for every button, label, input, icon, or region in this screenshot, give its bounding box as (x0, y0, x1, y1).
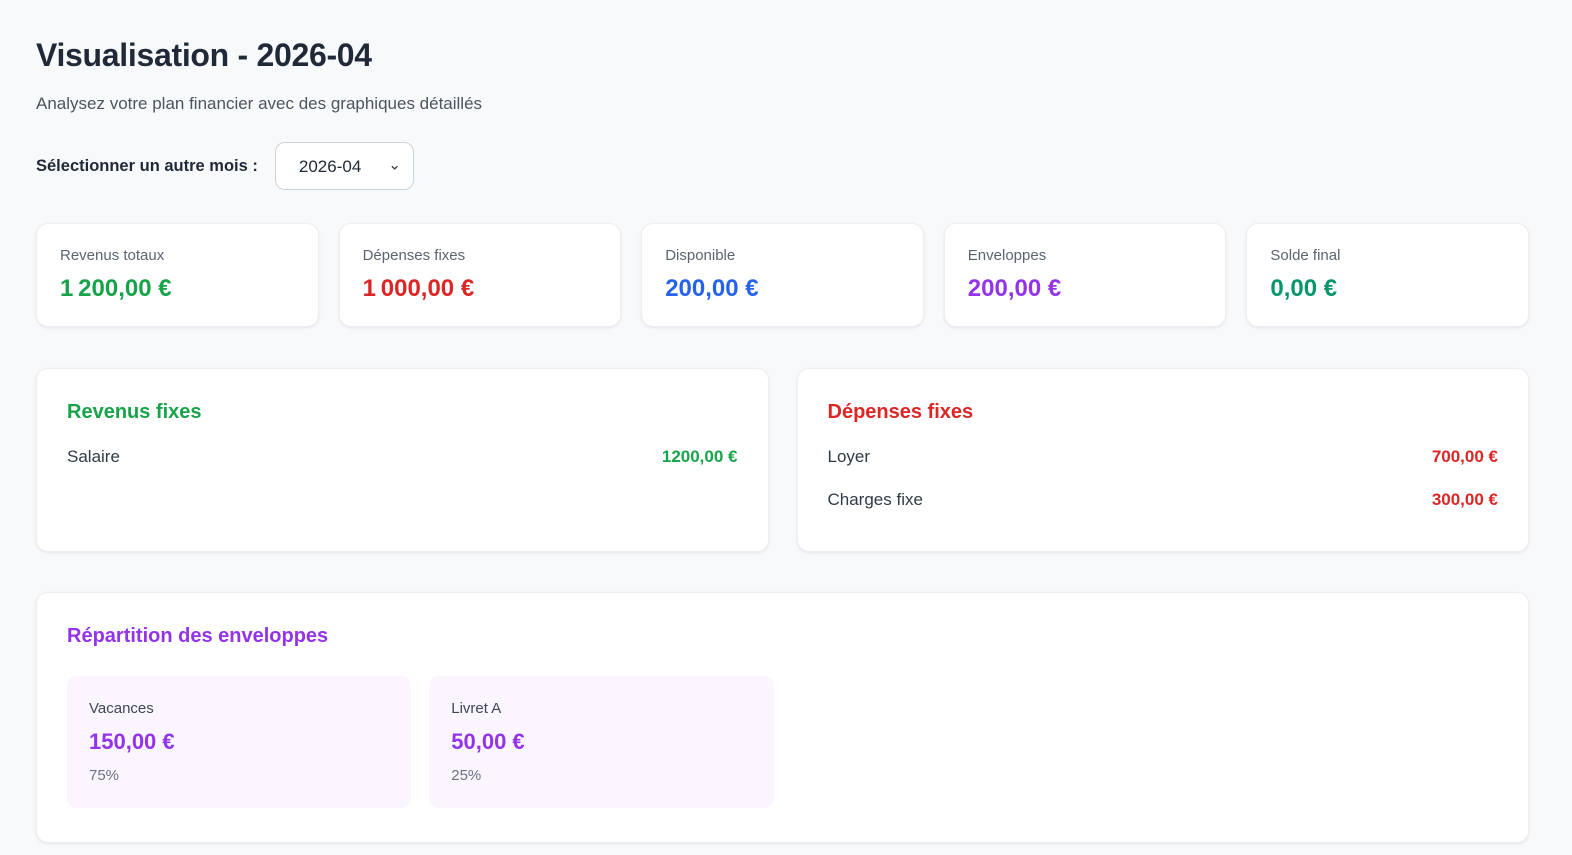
envelope-percent: 75% (89, 765, 389, 786)
envelopes-panel: Répartition des enveloppes Vacances 150,… (36, 592, 1529, 843)
expense-row-value: 700,00 € (1432, 445, 1498, 469)
page-title: Visualisation - 2026-04 (36, 36, 1529, 74)
expense-row: Loyer 700,00 € (828, 445, 1499, 469)
fixed-income-panel-title: Revenus fixes (67, 399, 738, 426)
summary-card-solde-final: Solde final 0,00 € (1246, 223, 1529, 327)
month-selector-label: Sélectionner un autre mois : (36, 157, 258, 176)
card-value: 1 200,00 € (60, 274, 295, 304)
card-label: Disponible (665, 246, 900, 266)
page-subtitle: Analysez votre plan financier avec des g… (36, 92, 1529, 116)
card-value: 0,00 € (1270, 274, 1505, 304)
card-value: 1 000,00 € (363, 274, 598, 304)
envelopes-panel-title: Répartition des enveloppes (67, 623, 1498, 650)
card-label: Dépenses fixes (363, 246, 598, 266)
envelope-name: Vacances (89, 698, 389, 719)
envelope-percent: 25% (451, 765, 751, 786)
fixed-income-rows: Salaire 1200,00 € (67, 445, 738, 469)
card-label: Enveloppes (968, 246, 1203, 266)
summary-card-depenses-fixes: Dépenses fixes 1 000,00 € (339, 223, 622, 327)
summary-card-disponible: Disponible 200,00 € (641, 223, 924, 327)
fixed-expenses-panel-title: Dépenses fixes (828, 399, 1499, 426)
envelope-name: Livret A (451, 698, 751, 719)
envelope-card-vacances: Vacances 150,00 € 75% (67, 676, 411, 808)
month-select[interactable]: 2026-04 (275, 142, 414, 190)
summary-card-revenus-totaux: Revenus totaux 1 200,00 € (36, 223, 319, 327)
card-label: Solde final (1270, 246, 1505, 266)
month-selector-row: Sélectionner un autre mois : 2026-04 ⌄ (36, 142, 1529, 190)
fixed-expenses-rows: Loyer 700,00 € Charges fixe 300,00 € (828, 445, 1499, 512)
envelope-value: 150,00 € (89, 727, 389, 757)
envelope-card-livret-a: Livret A 50,00 € 25% (429, 676, 773, 808)
card-label: Revenus totaux (60, 246, 295, 266)
envelopes-grid: Vacances 150,00 € 75% Livret A 50,00 € 2… (67, 676, 1498, 808)
visualisation-page: Visualisation - 2026-04 Analysez votre p… (0, 0, 1572, 843)
expense-row-value: 300,00 € (1432, 488, 1498, 512)
fixed-expenses-panel: Dépenses fixes Loyer 700,00 € Charges fi… (797, 368, 1530, 552)
income-row-label: Salaire (67, 445, 120, 469)
expense-row-label: Loyer (828, 445, 871, 469)
summary-cards-row: Revenus totaux 1 200,00 € Dépenses fixes… (36, 223, 1529, 327)
envelope-value: 50,00 € (451, 727, 751, 757)
card-value: 200,00 € (968, 274, 1203, 304)
card-value: 200,00 € (665, 274, 900, 304)
expense-row-label: Charges fixe (828, 488, 923, 512)
expense-row: Charges fixe 300,00 € (828, 488, 1499, 512)
detail-panels-row: Revenus fixes Salaire 1200,00 € Dépenses… (36, 368, 1529, 552)
fixed-income-panel: Revenus fixes Salaire 1200,00 € (36, 368, 769, 552)
income-row-value: 1200,00 € (662, 445, 738, 469)
month-select-wrap: 2026-04 ⌄ (275, 142, 414, 190)
income-row: Salaire 1200,00 € (67, 445, 738, 469)
summary-card-enveloppes: Enveloppes 200,00 € (944, 223, 1227, 327)
